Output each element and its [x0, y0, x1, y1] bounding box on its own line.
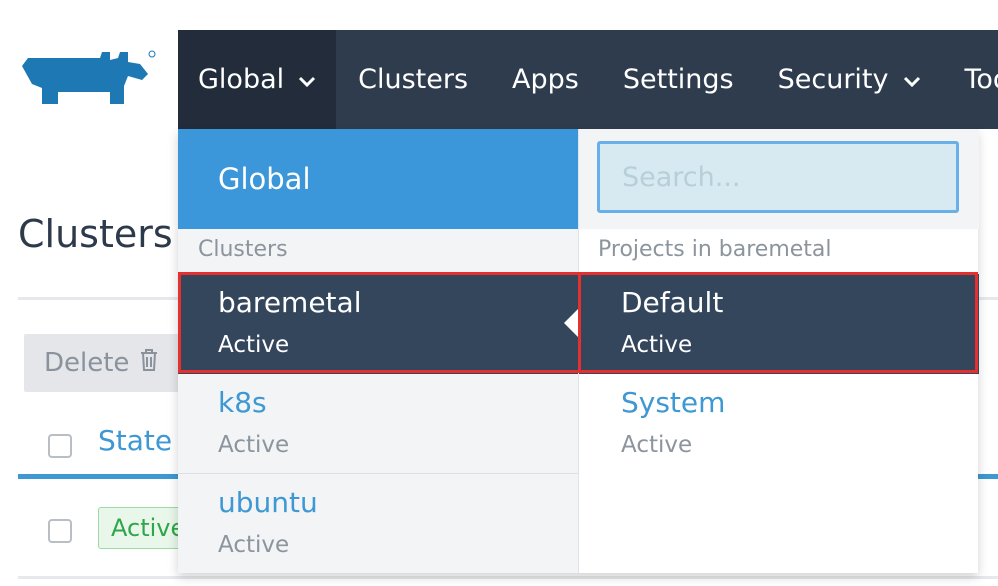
cluster-item-k8s[interactable]: k8s Active [178, 374, 578, 474]
clusters-column: Global Clusters baremetal Active k8s Act… [178, 129, 578, 573]
state-column-header[interactable]: State [98, 424, 172, 457]
cluster-name: k8s [218, 386, 267, 419]
nav-tools-label: Tools [964, 64, 998, 95]
delete-button-label: Delete [44, 348, 130, 378]
nav-clusters[interactable]: Clusters [336, 30, 490, 129]
project-status: Active [621, 432, 693, 458]
select-all-checkbox[interactable] [48, 434, 72, 458]
project-name: System [621, 386, 726, 419]
clusters-section-label: Clusters [198, 237, 288, 262]
row-checkbox[interactable] [48, 519, 72, 543]
cluster-status: Active [218, 332, 290, 358]
nav-clusters-label: Clusters [358, 64, 469, 95]
rancher-logo[interactable] [18, 46, 158, 110]
selection-caret [564, 309, 578, 337]
project-item-default[interactable]: Default Active [579, 274, 979, 374]
cluster-item-ubuntu[interactable]: ubuntu Active [178, 473, 578, 573]
nav-settings[interactable]: Settings [601, 30, 756, 129]
trash-icon [129, 348, 159, 379]
project-status: Active [621, 332, 693, 358]
cluster-item-baremetal[interactable]: baremetal Active [178, 274, 578, 374]
cluster-name: baremetal [218, 286, 362, 319]
projects-column: Projects in baremetal Default Active Sys… [578, 129, 979, 573]
nav-tools[interactable]: Tools [943, 30, 998, 129]
search-wrapper [593, 137, 965, 219]
nav-security[interactable]: Security [756, 30, 943, 129]
project-item-system[interactable]: System Active [579, 374, 979, 474]
nav-global[interactable]: Global [178, 30, 337, 129]
cluster-status: Active [218, 432, 290, 458]
chevron-down-icon [298, 64, 316, 95]
nav-security-label: Security [777, 64, 889, 95]
global-dropdown-menu: Global Clusters baremetal Active k8s Act… [178, 129, 979, 573]
dropdown-global-item[interactable]: Global [178, 129, 578, 229]
nav-global-label: Global [198, 64, 285, 95]
cluster-status: Active [218, 532, 290, 558]
cluster-name: ubuntu [218, 486, 318, 519]
page-title: Clusters [18, 212, 173, 256]
delete-button[interactable]: Delete [24, 334, 184, 392]
nav-apps-label: Apps [512, 64, 579, 95]
search-input[interactable] [597, 141, 959, 213]
divider [18, 576, 998, 579]
chevron-down-icon [903, 64, 921, 95]
nav-settings-label: Settings [622, 64, 734, 95]
nav-apps[interactable]: Apps [490, 30, 601, 129]
top-navigation: Global Clusters Apps Settings Security T… [178, 30, 998, 129]
projects-section-label: Projects in baremetal [598, 237, 832, 262]
project-name: Default [621, 286, 724, 319]
